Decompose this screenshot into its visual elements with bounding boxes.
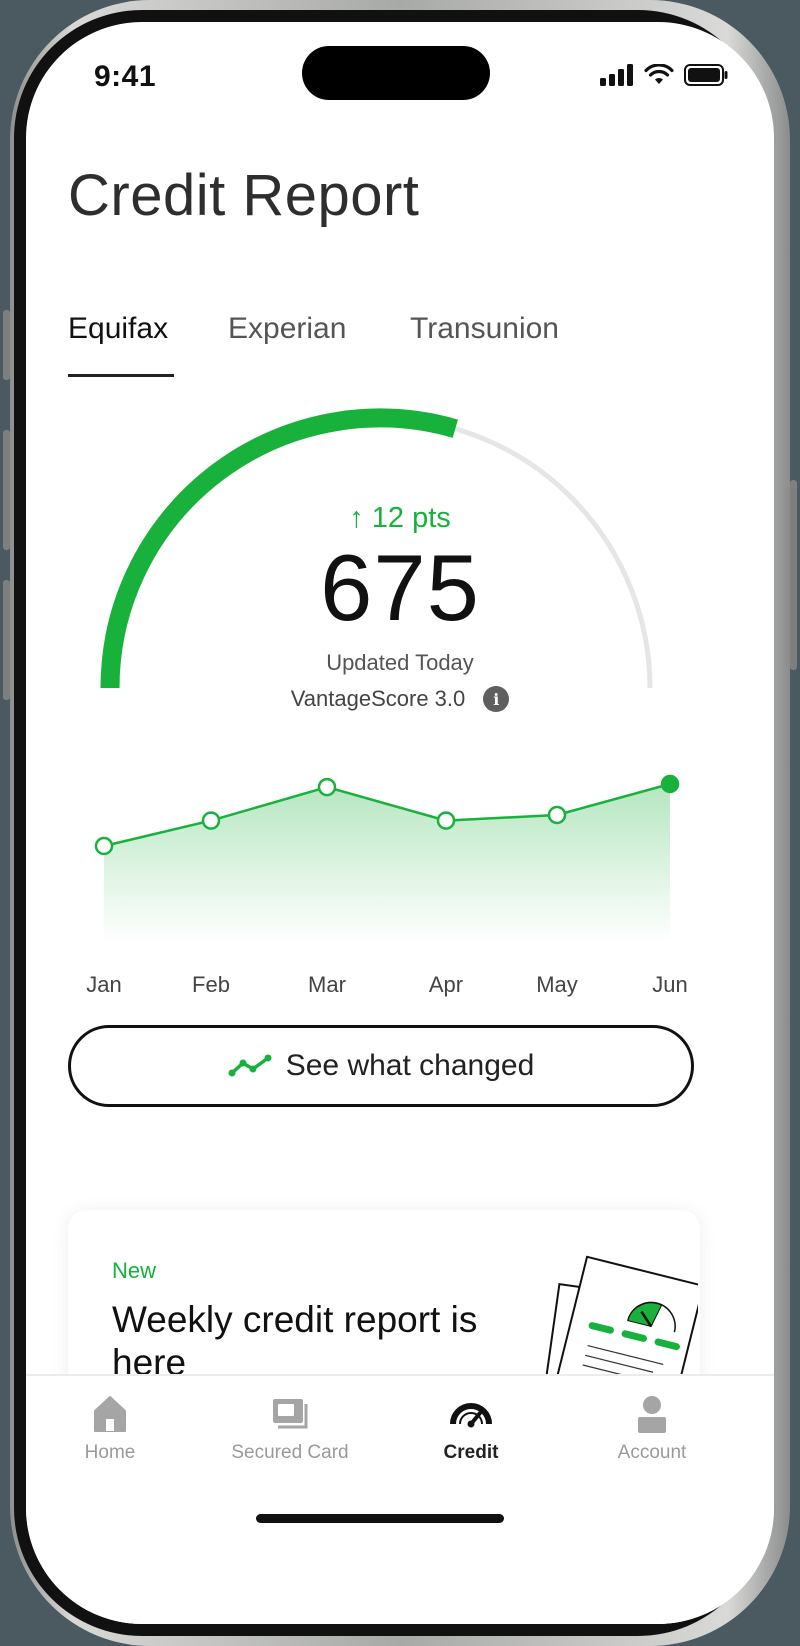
volume-down-button (3, 580, 10, 700)
wifi-icon (644, 64, 674, 84)
tab-bar-label-credit: Credit (443, 1442, 499, 1463)
page-title: Credit Report (68, 163, 420, 228)
tab-equifax[interactable]: Equifax (68, 312, 168, 346)
action-button (3, 310, 10, 380)
tab-transunion[interactable]: Transunion (410, 312, 559, 346)
tab-bar-item-account[interactable]: Account (562, 1394, 742, 1464)
person-icon (638, 1396, 666, 1433)
info-icon[interactable]: i (483, 686, 510, 712)
month-label: Apr (428, 972, 464, 997)
status-icons (600, 64, 728, 86)
see-what-changed-label: See what changed (285, 1049, 535, 1082)
volume-up-button (3, 430, 10, 550)
gauge-icon (450, 1403, 492, 1428)
tab-bar-item-credit[interactable]: Credit (381, 1394, 561, 1464)
tab-bar-item-home[interactable]: Home (26, 1394, 200, 1464)
month-label: Jan (86, 972, 122, 997)
home-icon (94, 1396, 126, 1432)
credit-score-value: 675 (320, 535, 480, 640)
power-button (790, 480, 797, 670)
bottom-tab-bar: Home Secured Card Credit Account (26, 1374, 774, 1624)
score-change: ↑ 12 pts (349, 502, 451, 534)
status-time: 9:41 (94, 60, 157, 93)
score-model-label: VantageScore 3.0 (290, 686, 466, 711)
tab-bar-label-secured-card: Secured Card (231, 1442, 349, 1463)
active-tab-indicator (68, 374, 174, 377)
card-icon (273, 1399, 308, 1429)
promo-title: Weekly credit report is here (112, 1299, 478, 1383)
bureau-tabs: Equifax Experian Transunion (68, 312, 668, 372)
new-badge: New (112, 1258, 157, 1283)
cellular-signal-icon (600, 64, 633, 86)
trend-point-mar[interactable] (317, 777, 337, 797)
score-trend-chart (94, 774, 680, 942)
trend-point-may[interactable] (547, 805, 567, 825)
tab-bar-label-account: Account (617, 1442, 687, 1463)
dynamic-island (302, 46, 490, 100)
month-label: Jun (652, 972, 688, 997)
tab-bar-item-secured-card[interactable]: Secured Card (200, 1394, 380, 1464)
trend-line-icon (228, 1054, 272, 1077)
month-label: Mar (308, 972, 346, 997)
home-indicator (256, 1514, 504, 1523)
month-label: Feb (192, 972, 230, 997)
trend-point-jun[interactable] (660, 774, 680, 794)
tab-experian[interactable]: Experian (228, 312, 346, 346)
screen: 9:41 Credit Report Equifax Experian Tran… (26, 22, 774, 1624)
score-model-row: VantageScore 3.0 i (26, 686, 774, 712)
trend-point-jan[interactable] (94, 836, 114, 856)
trend-point-apr[interactable] (436, 811, 456, 830)
status-bar: 9:41 (26, 22, 774, 132)
trend-point-feb[interactable] (201, 811, 221, 830)
tab-bar-label-home: Home (84, 1442, 136, 1463)
see-what-changed-button[interactable]: See what changed (68, 1025, 694, 1107)
battery-icon (684, 64, 728, 86)
month-label: May (536, 972, 578, 997)
score-updated-text: Updated Today (326, 650, 474, 675)
